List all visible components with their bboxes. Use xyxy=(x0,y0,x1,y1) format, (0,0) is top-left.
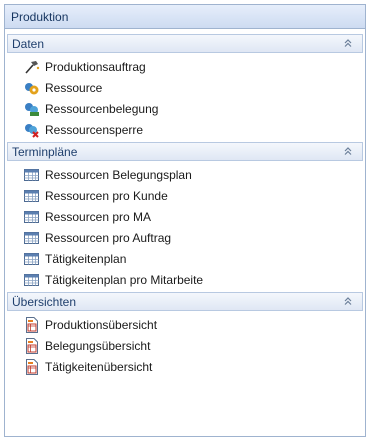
group-items-daten: Produktionsauftrag Ressource Ressourcenb… xyxy=(5,53,365,142)
nav-item-taetigkeitenplan-pro-mitarbeiter[interactable]: Tätigkeitenplan pro Mitarbeite xyxy=(5,269,365,290)
resource-block-icon xyxy=(23,122,40,138)
chevron-double-up-icon[interactable] xyxy=(342,145,354,157)
nav-item-produktionsauftrag[interactable]: Produktionsauftrag xyxy=(5,56,365,77)
group-header-uebersichten[interactable]: Übersichten xyxy=(7,292,363,311)
group-title: Daten xyxy=(12,37,45,51)
nav-item-ressource[interactable]: Ressource xyxy=(5,77,365,98)
calendar-table-icon xyxy=(23,188,40,204)
nav-item-belegungsuebersicht[interactable]: Belegungsübersicht xyxy=(5,335,365,356)
nav-item-taetigkeitenplan[interactable]: Tätigkeitenplan xyxy=(5,248,365,269)
nav-item-produktionsuebersicht[interactable]: Produktionsübersicht xyxy=(5,314,365,335)
calendar-table-icon xyxy=(23,209,40,225)
chevron-double-up-icon[interactable] xyxy=(342,295,354,307)
navigation-panel: Produktion Daten Produktionsauftrag Ress… xyxy=(4,4,366,437)
calendar-table-icon xyxy=(23,272,40,288)
group-items-terminplaene: Ressourcen Belegungsplan Ressourcen pro … xyxy=(5,161,365,292)
group-items-uebersichten: Produktionsübersicht Belegungsübersicht xyxy=(5,311,365,379)
calendar-table-icon xyxy=(23,230,40,246)
group-title: Terminpläne xyxy=(12,145,78,159)
nav-item-taetigkeitenuebersicht[interactable]: Tätigkeitenübersicht xyxy=(5,356,365,377)
nav-item-ressourcen-belegungsplan[interactable]: Ressourcen Belegungsplan xyxy=(5,164,365,185)
calendar-table-icon xyxy=(23,251,40,267)
nav-item-ressourcen-pro-auftrag[interactable]: Ressourcen pro Auftrag xyxy=(5,227,365,248)
panel-title: Produktion xyxy=(5,5,365,29)
calendar-table-icon xyxy=(23,167,40,183)
resource-allocation-icon xyxy=(23,101,40,117)
nav-item-ressourcen-pro-kunde[interactable]: Ressourcen pro Kunde xyxy=(5,185,365,206)
chevron-double-up-icon[interactable] xyxy=(342,37,354,49)
nav-item-ressourcenbelegung[interactable]: Ressourcenbelegung xyxy=(5,98,365,119)
nav-item-ressourcen-pro-ma[interactable]: Ressourcen pro MA xyxy=(5,206,365,227)
resource-icon xyxy=(23,80,40,96)
report-document-icon xyxy=(23,337,40,354)
group-header-daten[interactable]: Daten xyxy=(7,34,363,53)
report-document-icon xyxy=(23,316,40,333)
hammer-icon xyxy=(23,59,40,75)
report-document-icon xyxy=(23,358,40,375)
nav-item-ressourcensperre[interactable]: Ressourcensperre xyxy=(5,119,365,140)
group-title: Übersichten xyxy=(12,295,77,309)
group-header-terminplaene[interactable]: Terminpläne xyxy=(7,142,363,161)
